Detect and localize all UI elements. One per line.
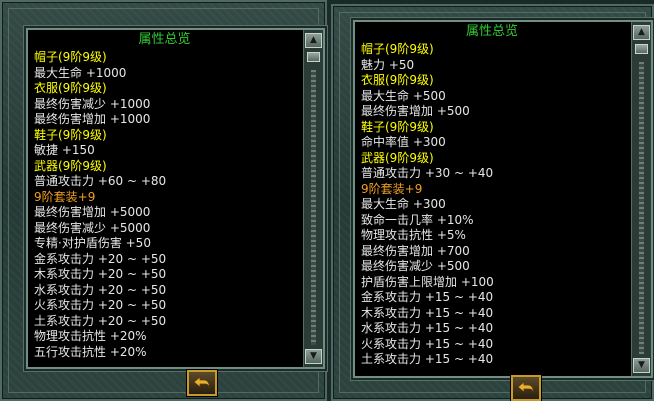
attribute-row: 五行攻击抗性 +20% — [34, 344, 147, 359]
back-button[interactable] — [187, 370, 217, 396]
attribute-list-box: 属性总览 帽子(9阶9级) 魅力 +50 衣服(9阶9级) 最大生命 +500 最终伤害… — [353, 20, 653, 378]
attribute-row: 最终伤害减少 +500 — [361, 259, 470, 273]
attribute-row: 最终伤害增加 +5000 — [34, 205, 151, 219]
panel-title: 属性总览 — [138, 32, 191, 47]
scroll-track[interactable] — [311, 70, 316, 345]
attribute-row: 最大生命 +1000 — [34, 65, 127, 80]
attribute-row: 致命一击几率 +10% — [361, 212, 474, 227]
attribute-row: 水系攻击力 +15 ~ +40 — [361, 321, 494, 335]
attribute-row: 火系攻击力 +15 ~ +40 — [361, 336, 494, 351]
attribute-row: 最大生命 +500 — [361, 88, 446, 103]
back-arrow-icon — [193, 376, 210, 389]
attribute-row: 最终伤害减少 +5000 — [34, 220, 151, 235]
attribute-rows: 帽子(9阶9级) 最大生命 +1000 衣服(9阶9级) 最终伤害减少 +1000 最终… — [34, 50, 299, 360]
scrollbar[interactable]: ▲ ▼ — [631, 22, 651, 376]
attribute-row: 普通攻击力 +60 ~ +80 — [34, 174, 167, 188]
attribute-row: 衣服(9阶9级) — [34, 81, 107, 95]
scroll-track[interactable] — [639, 62, 644, 354]
attribute-row: 金系攻击力 +15 ~ +40 — [361, 290, 494, 304]
attribute-row: 最终伤害增加 +700 — [361, 243, 470, 258]
attribute-row: 9阶套装+9 — [361, 181, 423, 196]
attribute-row: 最大生命 +300 — [361, 197, 446, 211]
attribute-row: 武器(9阶9级) — [34, 158, 107, 173]
attribute-row: 普通攻击力 +30 ~ +40 — [361, 166, 494, 180]
attribute-row: 鞋子(9阶9级) — [34, 127, 107, 142]
attribute-row: 物理攻击抗性 +20% — [34, 329, 147, 343]
scroll-up-arrow-icon[interactable]: ▲ — [633, 25, 650, 40]
attribute-row: 水系攻击力 +20 ~ +50 — [34, 282, 167, 297]
attribute-row: 护盾伤害上限增加 +100 — [361, 274, 494, 289]
attribute-row: 9阶套装+9 — [34, 189, 96, 204]
attribute-rows: 帽子(9阶9级) 魅力 +50 衣服(9阶9级) 最大生命 +500 最终伤害增加 +5… — [361, 42, 627, 368]
attribute-row: 衣服(9阶9级) — [361, 73, 434, 87]
back-arrow-icon — [517, 381, 534, 394]
scroll-up-arrow-icon[interactable]: ▲ — [305, 33, 322, 48]
attribute-row: 专精·对护盾伤害 +50 — [34, 236, 151, 250]
attribute-row: 最终伤害增加 +500 — [361, 104, 470, 118]
panel-title: 属性总览 — [465, 24, 518, 39]
attribute-overview-panel-right: 属性总览 帽子(9阶9级) 魅力 +50 衣服(9阶9级) 最大生命 +500 最终伤害… — [331, 4, 654, 401]
attribute-row: 鞋子(9阶9级) — [361, 119, 434, 134]
attribute-row: 帽子(9阶9级) — [34, 50, 107, 64]
attribute-row: 土系攻击力 +15 ~ +40 — [361, 352, 494, 366]
scroll-thumb[interactable] — [635, 44, 648, 54]
attribute-list-box: 属性总览 帽子(9阶9级) 最大生命 +1000 衣服(9阶9级) 最终伤害减少 +1… — [26, 28, 325, 369]
attribute-overview-panel-left: 属性总览 帽子(9阶9级) 最大生命 +1000 衣服(9阶9级) 最终伤害减少 +1… — [0, 0, 327, 401]
attribute-row: 土系攻击力 +20 ~ +50 — [34, 313, 167, 328]
attribute-row: 木系攻击力 +15 ~ +40 — [361, 305, 494, 320]
scroll-thumb[interactable] — [307, 52, 320, 62]
attribute-row: 最终伤害减少 +1000 — [34, 96, 151, 111]
attribute-row: 最终伤害增加 +1000 — [34, 112, 151, 126]
scroll-down-arrow-icon[interactable]: ▼ — [305, 349, 322, 364]
back-button[interactable] — [511, 375, 541, 401]
attribute-row: 魅力 +50 — [361, 57, 415, 72]
scroll-down-arrow-icon[interactable]: ▼ — [633, 358, 650, 373]
attribute-row: 命中率值 +300 — [361, 135, 446, 149]
scrollbar[interactable]: ▲ ▼ — [303, 30, 323, 367]
attribute-row: 木系攻击力 +20 ~ +50 — [34, 267, 167, 281]
attribute-row: 火系攻击力 +20 ~ +50 — [34, 298, 167, 312]
attribute-row: 物理攻击抗性 +5% — [361, 228, 466, 242]
attribute-row: 武器(9阶9级) — [361, 150, 434, 165]
attribute-row: 敏捷 +150 — [34, 143, 95, 157]
attribute-row: 金系攻击力 +20 ~ +50 — [34, 251, 167, 266]
attribute-row: 帽子(9阶9级) — [361, 42, 434, 56]
